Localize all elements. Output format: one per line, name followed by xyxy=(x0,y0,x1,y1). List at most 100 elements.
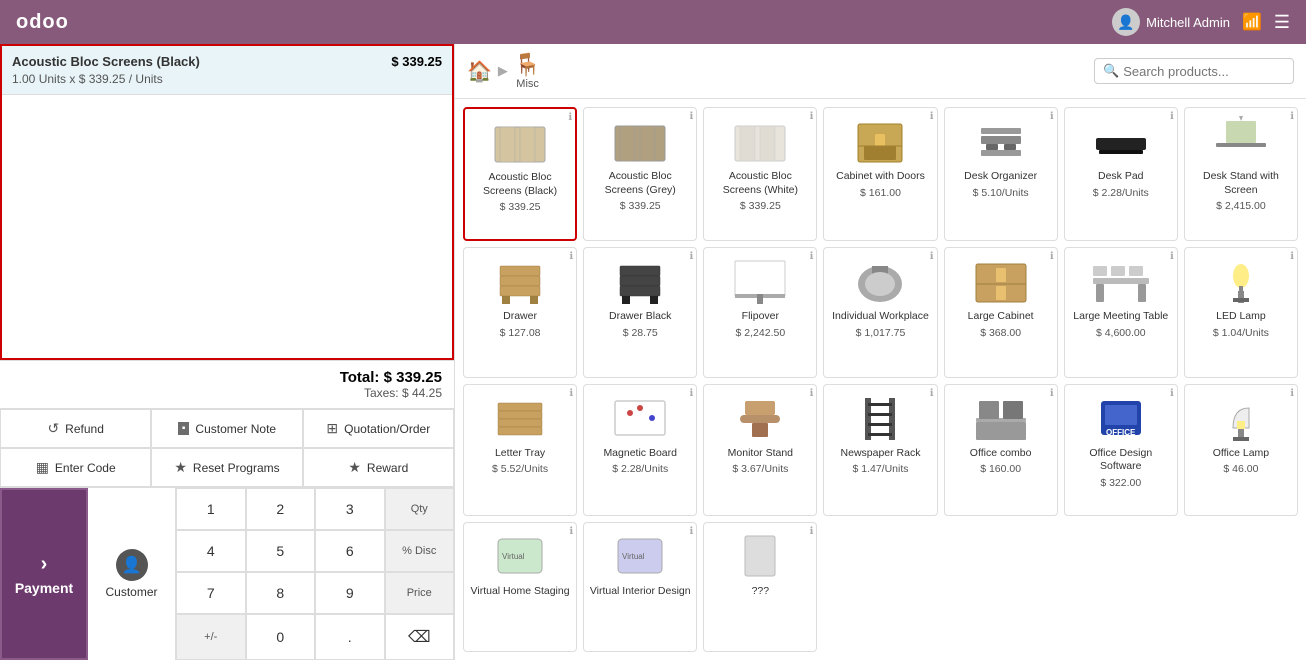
product-card[interactable]: ℹ Large Meeting Table $ 4,600.00 xyxy=(1064,247,1178,377)
product-info-icon[interactable]: ℹ xyxy=(810,111,814,122)
product-info-icon[interactable]: ℹ xyxy=(689,111,693,122)
product-card[interactable]: ℹ Cabinet with Doors $ 161.00 xyxy=(823,107,937,241)
svg-text:Virtual: Virtual xyxy=(622,552,645,561)
search-input[interactable] xyxy=(1123,64,1285,79)
product-card[interactable]: ℹ Desk Stand with Screen $ 2,415.00 xyxy=(1184,107,1298,241)
product-info-icon[interactable]: ℹ xyxy=(810,526,814,537)
key-8[interactable]: 8 xyxy=(246,572,316,614)
product-info-icon[interactable]: ℹ xyxy=(1050,388,1054,399)
product-info-icon[interactable]: ℹ xyxy=(810,251,814,262)
menu-icon[interactable]: ☰ xyxy=(1274,12,1290,33)
product-name: Desk Organizer xyxy=(964,170,1037,184)
product-card[interactable]: ℹ Individual Workplace $ 1,017.75 xyxy=(823,247,937,377)
product-card[interactable]: ℹ Desk Organizer $ 5.10/Units xyxy=(944,107,1058,241)
product-card[interactable]: ℹ Acoustic Bloc Screens (Black) $ 339.25 xyxy=(463,107,577,241)
product-name: Monitor Stand xyxy=(728,447,793,461)
key-disc[interactable]: % Disc xyxy=(385,530,455,572)
product-info-icon[interactable]: ℹ xyxy=(1050,111,1054,122)
product-card[interactable]: ℹ Large Cabinet $ 368.00 xyxy=(944,247,1058,377)
product-image xyxy=(730,393,790,443)
product-card[interactable]: ℹ Office Lamp $ 46.00 xyxy=(1184,384,1298,516)
product-card[interactable]: ℹ Office combo $ 160.00 xyxy=(944,384,1058,516)
product-price: $ 2.28/Units xyxy=(612,463,668,475)
product-card[interactable]: ℹ Drawer $ 127.08 xyxy=(463,247,577,377)
product-name: Newspaper Rack xyxy=(841,447,921,461)
key-5[interactable]: 5 xyxy=(246,530,316,572)
customer-note-button[interactable]: ▪ Customer Note xyxy=(151,409,302,448)
product-card[interactable]: ℹ Monitor Stand $ 3.67/Units xyxy=(703,384,817,516)
misc-breadcrumb[interactable]: 🪑 Misc xyxy=(514,52,541,90)
home-breadcrumb[interactable]: 🏠 xyxy=(467,59,492,84)
product-card[interactable]: ℹ Letter Tray $ 5.52/Units xyxy=(463,384,577,516)
product-card[interactable]: ℹ Acoustic Bloc Screens (White) $ 339.25 xyxy=(703,107,817,241)
product-card[interactable]: ℹ Virtual Virtual Interior Design xyxy=(583,522,697,652)
product-info-icon[interactable]: ℹ xyxy=(569,388,573,399)
key-6[interactable]: 6 xyxy=(315,530,385,572)
order-line-qty: 1.00 Units x $ 339.25 / Units xyxy=(12,72,200,86)
product-name: Virtual Interior Design xyxy=(590,585,691,599)
product-info-icon[interactable]: ℹ xyxy=(1170,251,1174,262)
key-1[interactable]: 1 xyxy=(176,488,246,530)
quotation-button[interactable]: ⊞ Quotation/Order xyxy=(303,409,454,448)
key-0[interactable]: 0 xyxy=(246,614,316,660)
product-name: Large Cabinet xyxy=(968,310,1034,324)
product-price: $ 2.28/Units xyxy=(1093,187,1149,199)
product-info-icon[interactable]: ℹ xyxy=(689,388,693,399)
product-card[interactable]: ℹ OFFICE Office Design Software $ 322.00 xyxy=(1064,384,1178,516)
product-info-icon[interactable]: ℹ xyxy=(930,111,934,122)
product-info-icon[interactable]: ℹ xyxy=(569,251,573,262)
svg-text:OFFICE: OFFICE xyxy=(1106,428,1136,437)
key-backspace[interactable]: ⌫ xyxy=(385,614,455,660)
product-info-icon[interactable]: ℹ xyxy=(1290,251,1294,262)
product-info-icon[interactable]: ℹ xyxy=(1290,388,1294,399)
product-image xyxy=(971,393,1031,443)
reset-programs-button[interactable]: ★ Reset Programs xyxy=(151,448,302,487)
product-info-icon[interactable]: ℹ xyxy=(1170,388,1174,399)
product-info-icon[interactable]: ℹ xyxy=(569,526,573,537)
key-4[interactable]: 4 xyxy=(176,530,246,572)
product-name: Magnetic Board xyxy=(603,447,677,461)
product-card[interactable]: ℹ ??? xyxy=(703,522,817,652)
product-info-icon[interactable]: ℹ xyxy=(568,112,572,123)
order-line-item[interactable]: Acoustic Bloc Screens (Black) 1.00 Units… xyxy=(2,46,452,95)
product-info-icon[interactable]: ℹ xyxy=(810,388,814,399)
product-card[interactable]: ℹ Flipover $ 2,242.50 xyxy=(703,247,817,377)
product-price: $ 1.47/Units xyxy=(852,463,908,475)
key-2[interactable]: 2 xyxy=(246,488,316,530)
user-menu[interactable]: 👤 Mitchell Admin xyxy=(1112,8,1230,36)
product-info-icon[interactable]: ℹ xyxy=(930,251,934,262)
product-card[interactable]: ℹ Acoustic Bloc Screens (Grey) $ 339.25 xyxy=(583,107,697,241)
payment-button[interactable]: › Payment xyxy=(0,488,88,660)
key-3[interactable]: 3 xyxy=(315,488,385,530)
customer-button[interactable]: 👤 Customer xyxy=(88,488,176,660)
key-9[interactable]: 9 xyxy=(315,572,385,614)
order-line-price: $ 339.25 xyxy=(391,54,442,69)
key-price[interactable]: Price xyxy=(385,572,455,614)
key-plusminus[interactable]: +/- xyxy=(176,614,246,660)
product-image xyxy=(1211,393,1271,443)
order-line-name: Acoustic Bloc Screens (Black) xyxy=(12,54,200,69)
product-card[interactable]: ℹ Virtual Virtual Home Staging xyxy=(463,522,577,652)
product-image xyxy=(1211,116,1271,166)
key-qty[interactable]: Qty xyxy=(385,488,455,530)
product-card[interactable]: ℹ Newspaper Rack $ 1.47/Units xyxy=(823,384,937,516)
product-info-icon[interactable]: ℹ xyxy=(1170,111,1174,122)
product-name: Office Design Software xyxy=(1069,447,1173,474)
product-card[interactable]: ℹ LED Lamp $ 1.04/Units xyxy=(1184,247,1298,377)
product-info-icon[interactable]: ℹ xyxy=(930,388,934,399)
product-card[interactable]: ℹ Drawer Black $ 28.75 xyxy=(583,247,697,377)
product-name: Drawer xyxy=(503,310,537,324)
product-name: Flipover xyxy=(742,310,779,324)
enter-code-button[interactable]: ▦ Enter Code xyxy=(0,448,151,487)
product-info-icon[interactable]: ℹ xyxy=(689,251,693,262)
product-card[interactable]: ℹ Magnetic Board $ 2.28/Units xyxy=(583,384,697,516)
product-name: Drawer Black xyxy=(609,310,671,324)
reward-button[interactable]: ★ Reward xyxy=(303,448,454,487)
product-info-icon[interactable]: ℹ xyxy=(689,526,693,537)
product-card[interactable]: ℹ Desk Pad $ 2.28/Units xyxy=(1064,107,1178,241)
refund-button[interactable]: ↺ Refund xyxy=(0,409,151,448)
product-info-icon[interactable]: ℹ xyxy=(1050,251,1054,262)
key-dot[interactable]: . xyxy=(315,614,385,660)
key-7[interactable]: 7 xyxy=(176,572,246,614)
product-info-icon[interactable]: ℹ xyxy=(1290,111,1294,122)
